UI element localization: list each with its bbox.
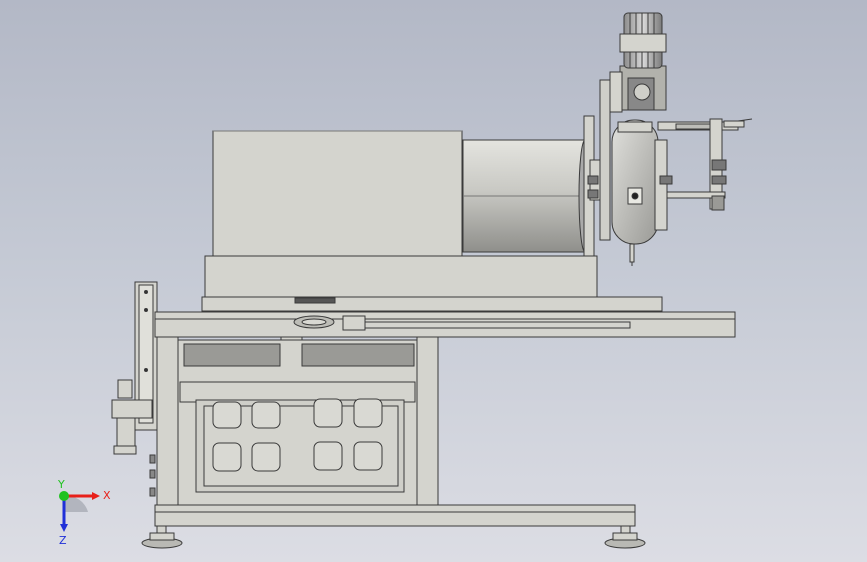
z-axis-label: Z [59, 534, 67, 547]
motor [619, 12, 667, 69]
axis-triad: X Y Z [57, 478, 111, 547]
main-housing [212, 130, 463, 257]
frame-column-right [416, 336, 439, 506]
base-rail [154, 504, 636, 527]
y-axis-label: Y [57, 478, 65, 491]
x-arrowhead [92, 492, 100, 500]
y-axis-marker [59, 491, 69, 501]
machine-model[interactable] [0, 0, 867, 562]
side-bracket [111, 281, 158, 497]
x-axis-label: X [103, 489, 111, 502]
z-arrowhead [60, 524, 68, 532]
gearbox [609, 65, 667, 113]
table-rail [154, 311, 736, 338]
cad-graphics-viewport[interactable]: X Y Z [0, 0, 867, 562]
frame-column-left [156, 336, 179, 506]
housing-base [204, 255, 598, 298]
spindle-drum [462, 139, 592, 253]
